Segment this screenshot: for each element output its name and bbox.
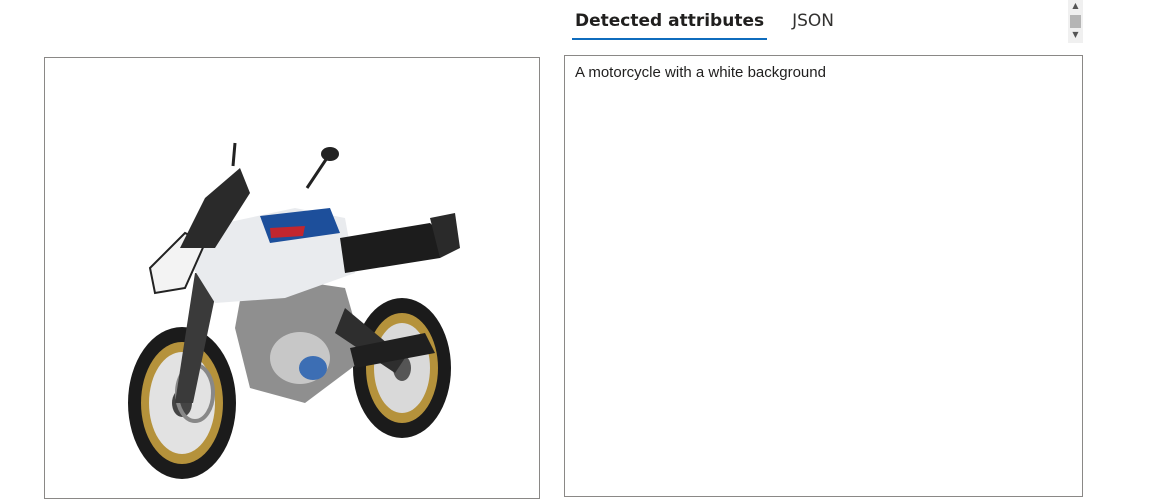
result-tabs: Detected attributes JSON bbox=[572, 6, 859, 44]
rear-wheel bbox=[353, 298, 451, 438]
caption-text: A motorcycle with a white background bbox=[575, 64, 826, 81]
scroll-up-icon[interactable]: ▲ bbox=[1068, 0, 1083, 12]
tabs-scrollbar[interactable]: ▲ ▼ bbox=[1068, 0, 1083, 43]
scroll-down-icon[interactable]: ▼ bbox=[1068, 29, 1083, 41]
image-preview-panel bbox=[44, 57, 540, 499]
scroll-thumb[interactable] bbox=[1070, 15, 1081, 28]
motorcycle-image bbox=[128, 142, 460, 479]
tab-json[interactable]: JSON bbox=[789, 6, 837, 40]
detected-attributes-output: A motorcycle with a white background bbox=[564, 55, 1083, 497]
tab-detected-attributes[interactable]: Detected attributes bbox=[572, 6, 768, 40]
